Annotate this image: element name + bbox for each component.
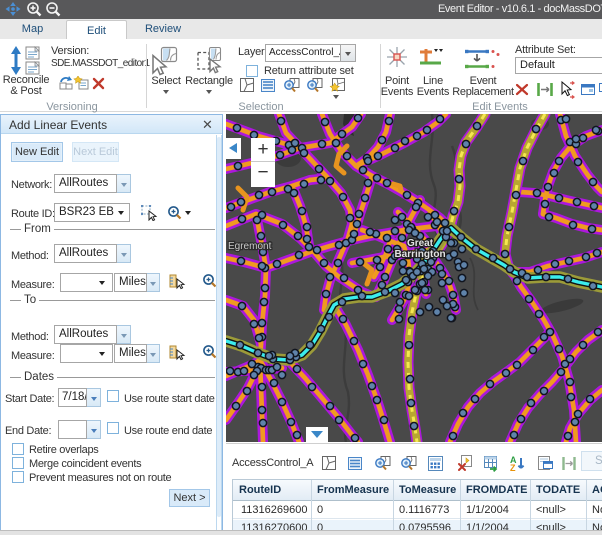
svg-text:Great: Great (407, 238, 434, 249)
svg-text:Egremont: Egremont (228, 241, 272, 252)
svg-text:Z: Z (510, 463, 516, 473)
svg-text:Barrington: Barrington (394, 249, 445, 260)
